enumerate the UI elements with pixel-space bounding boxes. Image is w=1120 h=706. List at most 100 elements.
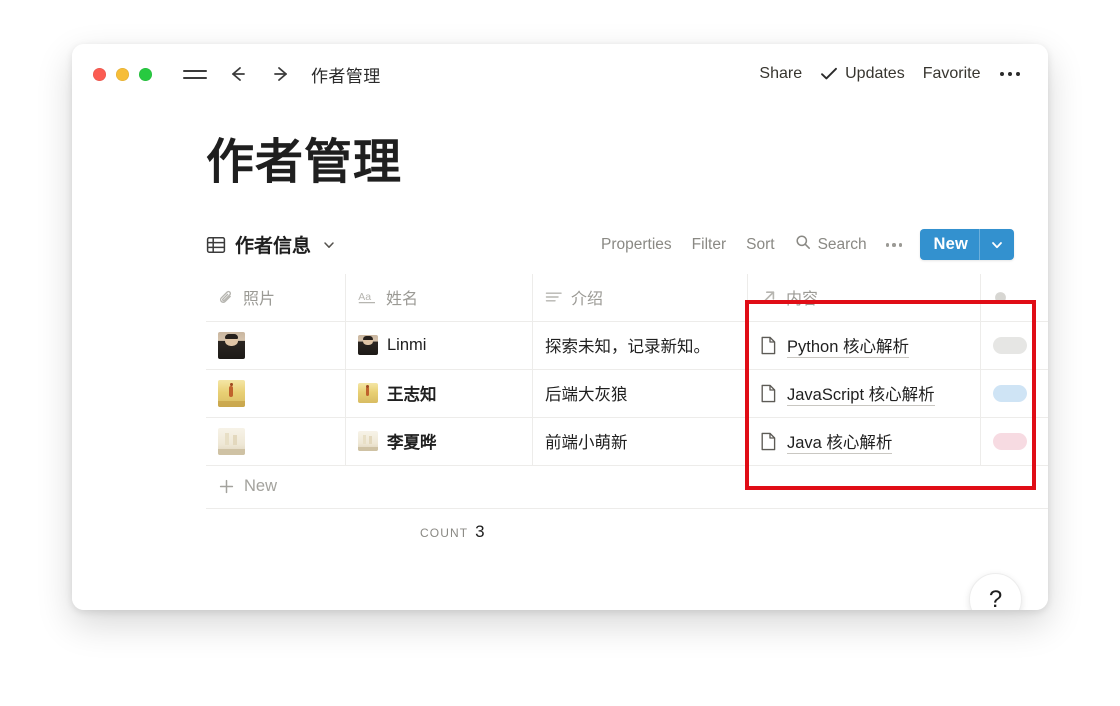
intro-value: 前端小萌新 [545,434,628,453]
question-mark-icon: ? [988,585,1003,610]
status-badge [993,432,1027,450]
app-window: 作者管理 Share Updates Favorite 作者管理 作者信息 Pr… [72,44,1048,610]
count-value: 3 [475,521,485,541]
dot [1007,71,1012,77]
traffic-light-buttons[interactable] [93,67,152,81]
properties-button[interactable]: Properties [591,231,682,259]
cell-photo[interactable] [206,321,346,369]
page-icon [760,384,777,403]
column-header-label: 介绍 [571,291,604,309]
text-lines-icon [545,289,563,306]
hamburger-line [183,69,207,72]
circle-icon [993,290,1008,305]
dot [1015,71,1020,77]
avatar [358,431,378,452]
page-icon [760,336,777,355]
count-summary[interactable]: COUNT 3 [420,522,485,542]
more-horizontal-icon[interactable] [990,64,1027,85]
column-header-photo[interactable]: 照片 [206,273,346,321]
window-titlebar: 作者管理 Share Updates Favorite [72,44,1048,104]
cell-intro[interactable]: 后端大灰狼 [533,369,748,417]
search-button[interactable]: Search [785,229,877,260]
view-more-horizontal-icon[interactable] [877,234,912,256]
page-content: 作者管理 作者信息 Properties Filter Sort Search … [72,136,1048,610]
column-header-name[interactable]: Aa 姓名 [346,273,533,321]
cell-content-relation[interactable]: Java 核心解析 [748,417,981,465]
search-label: Search [817,235,867,253]
status-badge [993,384,1027,402]
cell-intro[interactable]: 前端小萌新 [533,417,748,465]
table-row[interactable]: 王志知 后端大灰狼 JavaScript 核心解析 [206,369,1048,418]
sort-label: Sort [746,235,775,253]
intro-value: 探索未知，记录新知。 [545,338,710,357]
cell-tag[interactable] [981,322,1048,369]
database-view-toolbar: 作者信息 Properties Filter Sort Search New [206,228,1014,262]
table-header-row: 照片 Aa 姓名 介绍 内容 [206,273,1048,322]
dot [885,242,890,247]
add-new-row-label: New [244,477,278,496]
new-record-button[interactable]: New [920,229,1014,261]
arrow-left-icon[interactable] [226,64,250,84]
intro-value: 后端大灰狼 [545,386,628,405]
favorite-button[interactable]: Favorite [914,61,990,87]
cell-content-relation[interactable]: Python 核心解析 [748,321,981,369]
arrow-up-right-icon [760,288,778,306]
pale-still-life-thumbnail [218,427,245,455]
view-name-label: 作者信息 [235,236,312,258]
cell-photo[interactable] [206,417,346,465]
hamburger-icon[interactable] [183,69,207,79]
page-icon [760,432,777,451]
breadcrumb-document-title[interactable]: 作者管理 [311,62,381,87]
column-header-label: 内容 [786,291,819,309]
close-window-button[interactable] [93,67,106,81]
cell-name[interactable]: Linmi [346,321,533,369]
column-header-tags[interactable] [981,274,1048,321]
chevron-down-icon[interactable] [980,238,1014,252]
favorite-label: Favorite [922,65,981,82]
cell-photo[interactable] [206,369,346,417]
relation-link[interactable]: JavaScript 核心解析 [787,381,935,406]
name-value: 王志知 [387,386,437,405]
filter-button[interactable]: Filter [682,231,736,259]
cell-name[interactable]: 王志知 [346,369,533,417]
sort-button[interactable]: Sort [736,231,784,259]
column-header-intro[interactable]: 介绍 [533,273,748,321]
column-header-content[interactable]: 内容 [748,273,981,321]
relation-link[interactable]: Python 核心解析 [787,333,909,358]
cell-tag[interactable] [981,418,1048,465]
column-header-label: 姓名 [386,291,419,309]
arrow-right-icon[interactable] [269,64,293,84]
cell-name[interactable]: 李夏晔 [346,417,533,465]
column-header-label: 照片 [243,291,276,309]
maximize-window-button[interactable] [139,67,152,81]
cell-intro[interactable]: 探索未知，记录新知。 [533,321,748,369]
plus-icon [218,478,235,495]
share-button[interactable]: Share [750,61,811,87]
view-tab-table[interactable]: 作者信息 [206,231,336,258]
updates-button[interactable]: Updates [811,61,914,87]
paperclip-icon [218,289,235,306]
aa-text-icon: Aa [358,289,378,306]
relation-link[interactable]: Java 核心解析 [787,429,893,454]
chevron-down-icon[interactable] [322,238,336,252]
cell-content-relation[interactable]: JavaScript 核心解析 [748,369,981,417]
check-icon [820,67,838,81]
table-row[interactable]: Linmi 探索未知，记录新知。 Python 核心解析 [206,321,1048,370]
updates-label: Updates [845,65,905,82]
page-title[interactable]: 作者管理 [206,136,1048,190]
count-label: COUNT [420,525,469,540]
dot [898,242,903,247]
add-new-row-button[interactable]: New [206,466,1048,509]
cell-tag[interactable] [981,370,1048,417]
screenshot-canvas: 作者管理 Share Updates Favorite 作者管理 作者信息 Pr… [0,0,1120,706]
titlebar-actions: Share Updates Favorite [750,44,1026,104]
properties-label: Properties [601,235,672,253]
minimize-window-button[interactable] [116,67,129,81]
help-button[interactable]: ? [969,573,1022,610]
table-grid-icon [206,235,226,255]
table-row[interactable]: 李夏晔 前端小萌新 Java 核心解析 [206,417,1048,466]
name-value: 李夏晔 [387,434,437,453]
share-label: Share [759,65,803,82]
titlebar-left-group: 作者管理 [72,62,381,87]
database-table: 照片 Aa 姓名 介绍 内容 Linmi 探索未知，记录新知。 Python 核… [206,273,1048,509]
